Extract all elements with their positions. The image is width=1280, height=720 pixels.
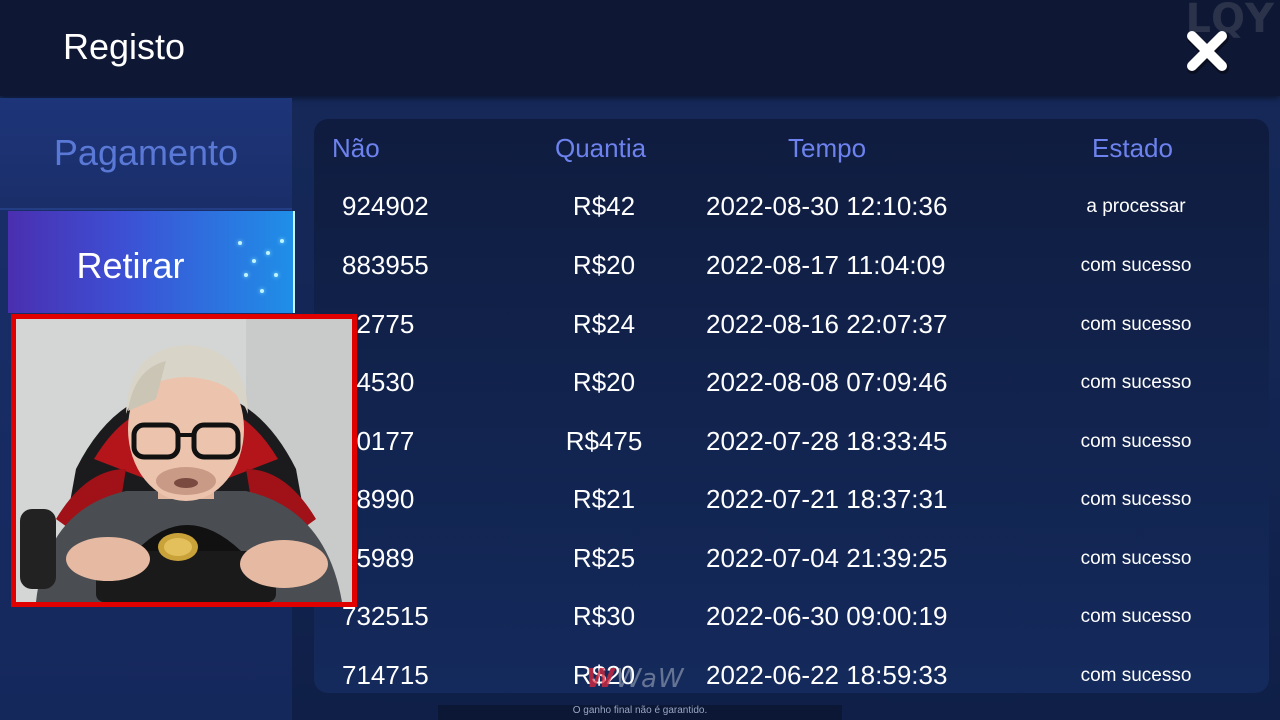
cell-status: com sucesso [1080,665,1192,686]
cell-amount: R$475 [565,426,643,456]
table-row: 883955 R$20 2022-08-17 11:04:09 com suce… [314,250,1269,308]
cell-amount: R$20 [572,250,636,280]
cell-status: com sucesso [1080,548,1192,569]
cell-status: com sucesso [1080,489,1192,510]
history-table: Não Quantia Tempo Estado 924902 R$42 202… [314,119,1269,693]
sparkle-decoration [260,289,264,293]
close-icon[interactable] [1184,28,1230,74]
tab-pagamento[interactable]: Pagamento [0,98,292,210]
header-bar: Registo LQY [0,0,1280,96]
cell-amount: R$30 [572,601,636,631]
table-row: 54530 R$20 2022-08-08 07:09:46 com suces… [314,367,1269,425]
column-header-estado: Estado [1092,133,1173,163]
sparkle-decoration [244,273,248,277]
tab-retirar[interactable]: Retirar [8,211,295,313]
disclaimer-text: O ganho final não é garantido. [438,705,842,720]
table-row: 45989 R$25 2022-07-04 21:39:25 com suces… [314,543,1269,601]
brand-logo: WWaW [586,664,685,694]
cell-status: com sucesso [1080,255,1192,276]
cell-status: com sucesso [1080,431,1192,452]
cell-no: 924902 [342,191,429,221]
sparkle-decoration [274,273,278,277]
webcam-overlay [11,314,357,607]
cell-status: com sucesso [1080,372,1192,393]
table-row: 714715 R$20 2022-06-22 18:59:33 com suce… [314,660,1269,693]
table-row: 82775 R$24 2022-08-16 22:07:37 com suces… [314,309,1269,367]
cell-amount: R$42 [572,191,636,221]
cell-amount: R$20 [572,367,636,397]
sparkle-decoration [280,239,284,243]
column-header-tempo: Tempo [788,133,867,163]
column-header-quantia: Quantia [555,133,647,163]
cell-time: 2022-08-17 11:04:09 [706,250,946,280]
page-title: Registo [63,26,186,67]
cell-time: 2022-08-30 12:10:36 [706,191,948,221]
tab-retirar-label: Retirar [76,245,185,286]
sparkle-decoration [266,251,270,255]
webcam-person-image [16,319,352,602]
cell-status: com sucesso [1080,314,1192,335]
cell-amount: R$21 [572,484,636,514]
cell-amount: R$24 [572,309,636,339]
column-header-no: Não [332,133,380,163]
sparkle-decoration [238,241,242,245]
cell-status: com sucesso [1080,606,1192,627]
cell-time: 2022-07-04 21:39:25 [706,543,948,573]
brand-logo-text: WaW [615,664,685,694]
table-row: 98990 R$21 2022-07-21 18:37:31 com suces… [314,484,1269,542]
tab-pagamento-label: Pagamento [53,132,239,173]
cell-time: 2022-06-22 18:59:33 [706,660,948,690]
sparkle-decoration [252,259,256,263]
cell-amount: R$25 [572,543,636,573]
cell-no: 714715 [342,660,429,690]
cell-time: 2022-08-16 22:07:37 [706,309,948,339]
cell-status: a processar [1086,196,1186,217]
table-row: 20177 R$475 2022-07-28 18:33:45 com suce… [314,426,1269,484]
cell-time: 2022-06-30 09:00:19 [706,601,948,631]
cell-time: 2022-07-28 18:33:45 [706,426,948,456]
cell-time: 2022-08-08 07:09:46 [706,367,948,397]
table-row: 924902 R$42 2022-08-30 12:10:36 a proces… [314,191,1269,249]
cell-time: 2022-07-21 18:37:31 [706,484,948,514]
cell-no: 883955 [342,250,429,280]
table-row: 732515 R$30 2022-06-30 09:00:19 com suce… [314,601,1269,659]
